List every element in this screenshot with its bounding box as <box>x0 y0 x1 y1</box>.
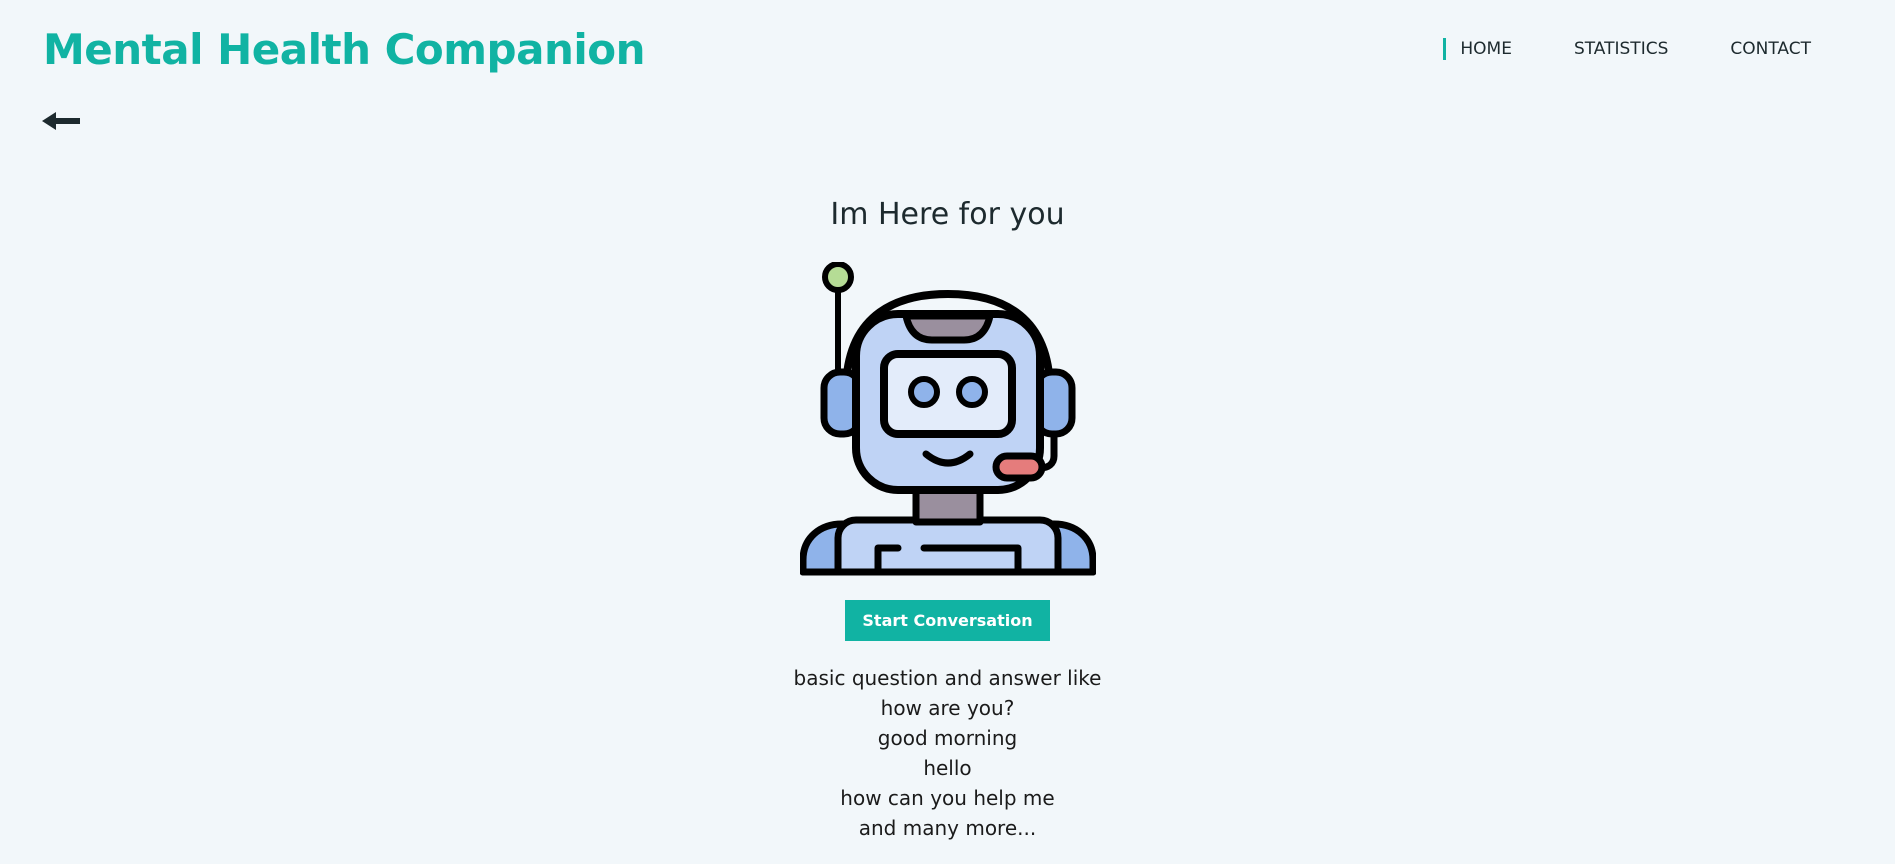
arrow-left-icon <box>42 112 80 130</box>
nav-home[interactable]: HOME <box>1443 36 1512 62</box>
page-headline: Im Here for you <box>830 197 1065 232</box>
example-prompt: how can you help me <box>840 786 1055 810</box>
example-prompts-list: basic question and answer like how are y… <box>0 663 1895 843</box>
site-logo-title[interactable]: Mental Health Companion <box>43 24 646 76</box>
example-prompt: basic question and answer like <box>793 666 1102 690</box>
example-prompt: and many more... <box>858 816 1037 840</box>
back-button[interactable] <box>42 109 82 133</box>
nav-statistics[interactable]: STATISTICS <box>1574 36 1668 62</box>
chatbot-robot-illustration <box>799 262 1096 576</box>
chat-intro: Im Here for you Start Conversation basic… <box>0 192 1895 843</box>
start-conversation-button[interactable]: Start Conversation <box>845 600 1050 641</box>
example-prompt: how are you? <box>880 696 1015 720</box>
example-prompt: good morning <box>877 726 1018 750</box>
main-nav: HOME STATISTICS CONTACT <box>1443 36 1811 62</box>
example-prompt: hello <box>923 756 972 780</box>
nav-contact[interactable]: CONTACT <box>1730 36 1811 62</box>
